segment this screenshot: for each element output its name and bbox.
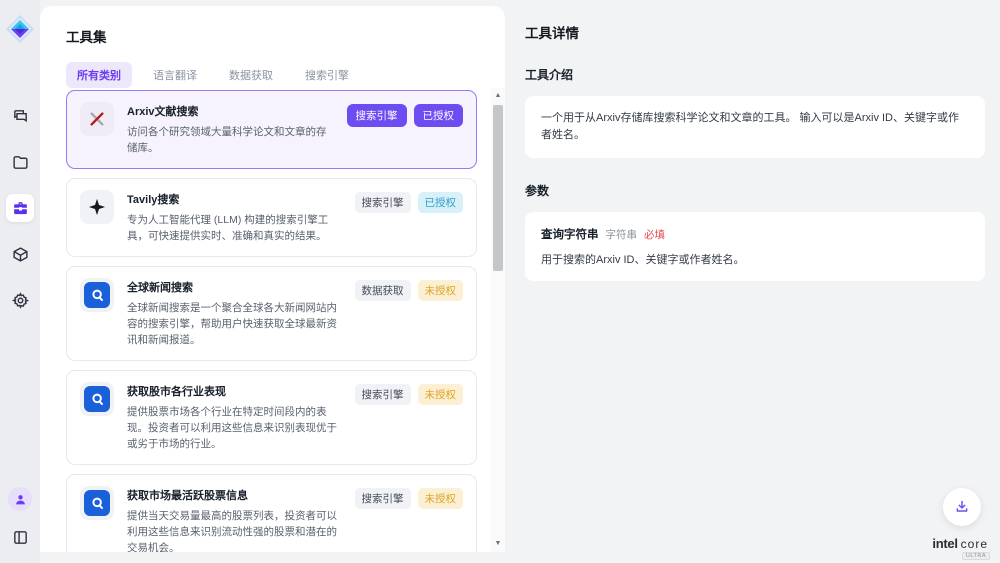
settings-gear-icon[interactable] xyxy=(6,286,34,314)
param-row: 查询字符串 字符串 必填 用于搜索的Arxiv ID、关键字或作者姓名。 xyxy=(541,226,969,267)
core-wordmark: core ULTRA xyxy=(961,537,988,551)
tool-icon xyxy=(80,382,114,416)
tool-category-badge: 搜索引擎 xyxy=(355,192,411,213)
category-tab[interactable]: 数据获取 xyxy=(218,62,284,88)
user-avatar-icon[interactable] xyxy=(8,487,32,511)
intro-card: 一个用于从Arxiv存储库搜索科学论文和文章的工具。 输入可以是Arxiv ID… xyxy=(525,96,985,158)
params-heading: 参数 xyxy=(525,182,980,199)
scrollbar-down-arrow[interactable]: ▼ xyxy=(491,536,505,550)
tool-card[interactable]: Arxiv文献搜索 访问各个研究领域大量科学论文和文章的存储库。 搜索引擎 已授… xyxy=(66,90,477,169)
intel-core-logo: intel core ULTRA xyxy=(932,536,988,551)
scrollbar-up-arrow[interactable]: ▲ xyxy=(491,88,505,102)
tool-desc: 提供股票市场各个行业在特定时间段内的表现。投资者可以利用这些信息来识别表现优于或… xyxy=(127,404,342,452)
category-tab[interactable]: 所有类别 xyxy=(66,62,132,88)
tool-badges: 搜索引擎 已授权 xyxy=(347,102,464,156)
tavily-star-icon xyxy=(80,190,114,224)
tool-category-badge: 搜索引擎 xyxy=(355,384,411,405)
news-search-icon xyxy=(84,386,110,412)
tool-badges: 数据获取 未授权 xyxy=(355,278,464,348)
tool-badges: 搜索引擎 已授权 xyxy=(355,190,464,244)
param-type: 字符串 xyxy=(606,227,638,242)
tool-icon xyxy=(80,278,114,312)
panel-layout-icon[interactable] xyxy=(6,523,34,551)
tool-badges: 搜索引擎 未授权 xyxy=(355,486,464,552)
tool-card[interactable]: 获取市场最活跃股票信息 提供当天交易量最高的股票列表，投资者可以利用这些信息来识… xyxy=(66,474,477,552)
news-search-icon xyxy=(84,490,110,516)
tool-name: 全球新闻搜索 xyxy=(127,279,342,295)
tool-icon xyxy=(80,102,114,136)
param-desc: 用于搜索的Arxiv ID、关键字或作者姓名。 xyxy=(541,251,969,267)
param-required-badge: 必填 xyxy=(644,227,665,242)
app-window: 工具集 所有类别 语言翻译 数据获取 搜索引擎 xyxy=(0,0,1000,563)
tool-list-panel: 工具集 所有类别 语言翻译 数据获取 搜索引擎 xyxy=(40,6,505,552)
tool-auth-badge: 未授权 xyxy=(418,488,464,509)
folder-icon[interactable] xyxy=(6,148,34,176)
tool-category-badge: 搜索引擎 xyxy=(355,488,411,509)
intro-text: 一个用于从Arxiv存储库搜索科学论文和文章的工具。 输入可以是Arxiv ID… xyxy=(541,110,969,144)
tool-card[interactable]: 全球新闻搜索 全球新闻搜索是一个聚合全球各大新闻网站内容的搜索引擎，帮助用户快速… xyxy=(66,266,477,361)
tool-name: Arxiv文献搜索 xyxy=(127,103,334,119)
ultra-badge: ULTRA xyxy=(962,552,990,560)
left-icon-rail xyxy=(0,0,40,563)
tool-desc: 访问各个研究领域大量科学论文和文章的存储库。 xyxy=(127,124,334,156)
download-button[interactable] xyxy=(943,488,981,526)
chat-icon[interactable] xyxy=(6,102,34,130)
scrollbar[interactable]: ▲ ▼ xyxy=(491,88,505,552)
intro-heading: 工具介绍 xyxy=(525,66,980,83)
tool-icon xyxy=(80,190,114,224)
toolbox-icon[interactable] xyxy=(6,194,34,222)
cube-icon[interactable] xyxy=(6,240,34,268)
tool-badges: 搜索引擎 未授权 xyxy=(355,382,464,452)
tool-list: Arxiv文献搜索 访问各个研究领域大量科学论文和文章的存储库。 搜索引擎 已授… xyxy=(40,86,505,552)
tool-name: 获取股市各行业表现 xyxy=(127,383,342,399)
tool-desc: 全球新闻搜索是一个聚合全球各大新闻网站内容的搜索引擎，帮助用户快速获取全球最新资… xyxy=(127,300,342,348)
param-name: 查询字符串 xyxy=(541,226,599,242)
tool-icon xyxy=(80,486,114,520)
tool-desc: 专为人工智能代理 (LLM) 构建的搜索引擎工具，可快速提供实时、准确和真实的结… xyxy=(127,212,342,244)
download-icon xyxy=(954,499,970,515)
params-card: 查询字符串 字符串 必填 用于搜索的Arxiv ID、关键字或作者姓名。 xyxy=(525,212,985,281)
tool-list-title: 工具集 xyxy=(66,26,505,46)
app-logo-icon[interactable] xyxy=(5,14,35,44)
tool-category-badge: 数据获取 xyxy=(355,280,411,301)
news-search-icon xyxy=(84,282,110,308)
tool-name: 获取市场最活跃股票信息 xyxy=(127,487,342,503)
detail-title: 工具详情 xyxy=(525,22,980,42)
tool-card[interactable]: 获取股市各行业表现 提供股票市场各个行业在特定时间段内的表现。投资者可以利用这些… xyxy=(66,370,477,465)
tool-name: Tavily搜索 xyxy=(127,191,342,207)
intel-wordmark: intel xyxy=(932,536,957,551)
params-list: 查询字符串 字符串 必填 用于搜索的Arxiv ID、关键字或作者姓名。 xyxy=(541,226,969,267)
tool-auth-badge: 已授权 xyxy=(414,104,464,127)
tool-auth-badge: 未授权 xyxy=(418,280,464,301)
tool-category-badge: 搜索引擎 xyxy=(347,104,407,127)
tool-desc: 提供当天交易量最高的股票列表，投资者可以利用这些信息来识别流动性强的股票和潜在的… xyxy=(127,508,342,552)
tool-auth-badge: 未授权 xyxy=(418,384,464,405)
category-tab[interactable]: 语言翻译 xyxy=(142,62,208,88)
scrollbar-thumb[interactable] xyxy=(493,105,503,271)
category-tab[interactable]: 搜索引擎 xyxy=(294,62,360,88)
tool-auth-badge: 已授权 xyxy=(418,192,464,213)
tool-detail-panel: 工具详情 工具介绍 一个用于从Arxiv存储库搜索科学论文和文章的工具。 输入可… xyxy=(505,0,1000,563)
arxiv-x-icon xyxy=(80,102,114,136)
tool-card[interactable]: Tavily搜索 专为人工智能代理 (LLM) 构建的搜索引擎工具，可快速提供实… xyxy=(66,178,477,257)
